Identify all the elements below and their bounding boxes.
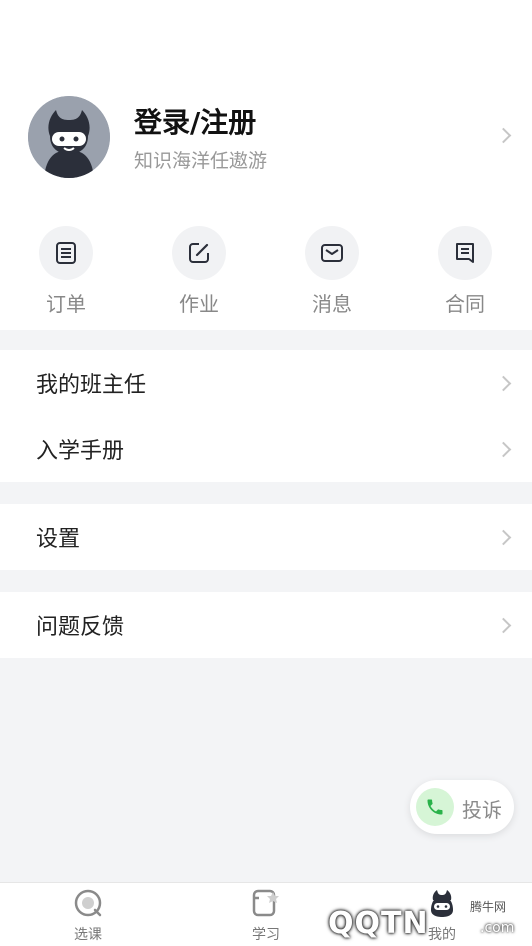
menu-item-label: 我的班主任 xyxy=(36,373,147,398)
menu-item-label: 问题反馈 xyxy=(36,615,125,640)
chevron-right-icon xyxy=(495,441,512,458)
tab-study[interactable]: 学习 xyxy=(206,883,326,946)
menu-item-label: 入学手册 xyxy=(36,439,125,464)
message-icon xyxy=(305,226,359,280)
menu-group-settings: 设置 xyxy=(0,504,532,570)
phone-icon xyxy=(416,788,454,826)
quick-action-message[interactable]: 消息 xyxy=(287,226,377,316)
contract-icon xyxy=(438,226,492,280)
quick-action-contract[interactable]: 合同 xyxy=(420,226,510,316)
menu-group-feedback: 问题反馈 xyxy=(0,592,532,658)
profile-subtitle: 知识海洋任遨游 xyxy=(134,150,268,172)
quick-action-homework[interactable]: 作业 xyxy=(154,226,244,316)
login-register-title[interactable]: 登录/注册 xyxy=(134,101,256,141)
tab-label: 选课 xyxy=(74,927,102,943)
quick-action-label: 消息 xyxy=(312,292,352,316)
profile-section: 登录/注册 知识海洋任遨游 订单 作业 消息 合同 xyxy=(0,0,532,330)
quick-action-label: 合同 xyxy=(445,292,485,316)
complaint-button[interactable]: 投诉 xyxy=(410,780,514,834)
quick-action-label: 作业 xyxy=(179,292,219,316)
quick-action-label: 订单 xyxy=(46,292,86,316)
study-icon xyxy=(252,889,279,917)
chevron-right-icon[interactable] xyxy=(495,127,512,144)
menu-group-teacher-handbook: 我的班主任 入学手册 xyxy=(0,350,532,482)
watermark-site-name: 腾牛网 xyxy=(470,900,507,914)
menu-item-label: 设置 xyxy=(36,527,81,552)
menu-item-enrollment-handbook[interactable]: 入学手册 xyxy=(0,416,532,482)
chevron-right-icon xyxy=(495,529,512,546)
avatar[interactable] xyxy=(28,96,110,178)
order-icon xyxy=(39,226,93,280)
menu-item-feedback[interactable]: 问题反馈 xyxy=(0,592,532,658)
quick-action-order[interactable]: 订单 xyxy=(21,226,111,316)
homework-icon xyxy=(172,226,226,280)
tab-label: 学习 xyxy=(252,927,280,943)
watermark-logo: QQTN xyxy=(328,906,429,941)
ninja-avatar-icon xyxy=(28,96,110,178)
course-select-icon xyxy=(74,889,102,917)
complaint-label: 投诉 xyxy=(462,798,502,822)
menu-item-settings[interactable]: 设置 xyxy=(0,504,532,570)
watermark: 腾牛网 QQTN .com xyxy=(320,886,532,946)
tab-course-select[interactable]: 选课 xyxy=(28,883,148,946)
chevron-right-icon xyxy=(495,617,512,634)
watermark-domain-suffix: .com xyxy=(480,920,515,936)
menu-item-head-teacher[interactable]: 我的班主任 xyxy=(0,350,532,416)
chevron-right-icon xyxy=(495,375,512,392)
